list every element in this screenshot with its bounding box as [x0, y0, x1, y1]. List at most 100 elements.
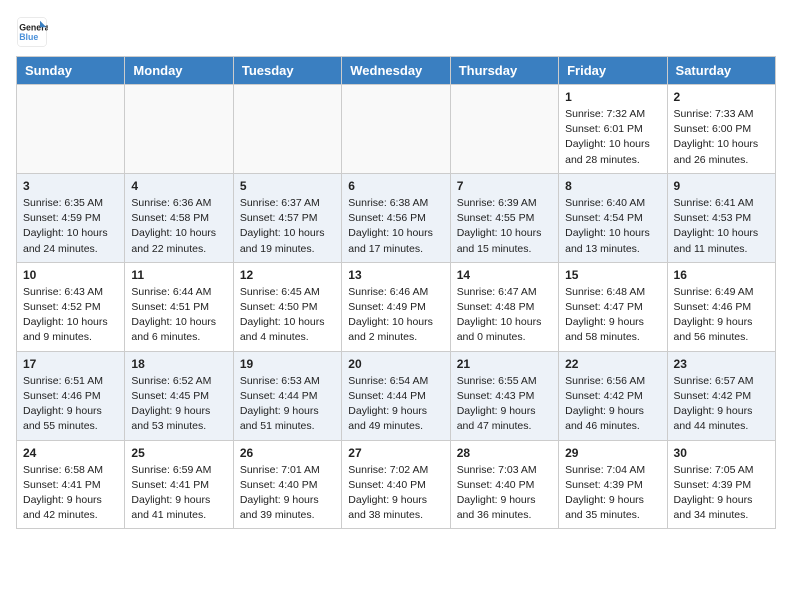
calendar-cell: 12 Sunrise: 6:45 AMSunset: 4:50 PMDayligh… [233, 262, 341, 351]
day-number: 1 [565, 90, 660, 104]
day-info: Sunrise: 6:38 AMSunset: 4:56 PMDaylight:… [348, 196, 443, 257]
calendar-cell [17, 85, 125, 174]
day-number: 17 [23, 357, 118, 371]
day-number: 28 [457, 446, 552, 460]
calendar-cell: 5 Sunrise: 6:37 AMSunset: 4:57 PMDaylight… [233, 173, 341, 262]
calendar-cell: 6 Sunrise: 6:38 AMSunset: 4:56 PMDaylight… [342, 173, 450, 262]
weekday-header-sunday: Sunday [17, 57, 125, 85]
calendar-cell: 3 Sunrise: 6:35 AMSunset: 4:59 PMDaylight… [17, 173, 125, 262]
calendar-cell: 13Sunrise: 6:46 AMSunset: 4:49 PMDayligh… [342, 262, 450, 351]
day-info: Sunrise: 6:47 AMSunset: 4:48 PMDaylight:… [457, 285, 552, 346]
calendar-cell: 23 Sunrise: 6:57 AMSunset: 4:42 PMDayligh… [667, 351, 775, 440]
day-number: 20 [348, 357, 443, 371]
calendar-week-3: 10 Sunrise: 6:43 AMSunset: 4:52 PMDayligh… [17, 262, 776, 351]
day-info: Sunrise: 6:48 AMSunset: 4:47 PMDaylight:… [565, 285, 660, 346]
calendar-cell: 26 Sunrise: 7:01 AMSunset: 4:40 PMDayligh… [233, 440, 341, 529]
day-number: 22 [565, 357, 660, 371]
day-info: Sunrise: 6:53 AMSunset: 4:44 PMDaylight:… [240, 374, 335, 435]
calendar-cell: 20Sunrise: 6:54 AMSunset: 4:44 PMDayligh… [342, 351, 450, 440]
calendar-table: SundayMondayTuesdayWednesdayThursdayFrid… [16, 56, 776, 529]
day-info: Sunrise: 6:56 AMSunset: 4:42 PMDaylight:… [565, 374, 660, 435]
day-number: 30 [674, 446, 769, 460]
calendar-cell: 30 Sunrise: 7:05 AMSunset: 4:39 PMDayligh… [667, 440, 775, 529]
day-info: Sunrise: 6:40 AMSunset: 4:54 PMDaylight:… [565, 196, 660, 257]
calendar-cell: 8 Sunrise: 6:40 AMSunset: 4:54 PMDaylight… [559, 173, 667, 262]
day-info: Sunrise: 7:05 AMSunset: 4:39 PMDaylight:… [674, 463, 769, 524]
day-info: Sunrise: 6:49 AMSunset: 4:46 PMDaylight:… [674, 285, 769, 346]
weekday-header-tuesday: Tuesday [233, 57, 341, 85]
calendar-cell: 19 Sunrise: 6:53 AMSunset: 4:44 PMDayligh… [233, 351, 341, 440]
day-info: Sunrise: 6:41 AMSunset: 4:53 PMDaylight:… [674, 196, 769, 257]
calendar-cell [233, 85, 341, 174]
calendar-cell: 10 Sunrise: 6:43 AMSunset: 4:52 PMDayligh… [17, 262, 125, 351]
day-info: Sunrise: 6:35 AMSunset: 4:59 PMDaylight:… [23, 196, 118, 257]
calendar-cell: 14 Sunrise: 6:47 AMSunset: 4:48 PMDayligh… [450, 262, 558, 351]
calendar-cell: 24Sunrise: 6:58 AMSunset: 4:41 PMDayligh… [17, 440, 125, 529]
day-info: Sunrise: 7:32 AMSunset: 6:01 PMDaylight:… [565, 107, 660, 168]
day-number: 7 [457, 179, 552, 193]
weekday-header-monday: Monday [125, 57, 233, 85]
calendar-cell: 2 Sunrise: 7:33 AMSunset: 6:00 PMDaylight… [667, 85, 775, 174]
day-info: Sunrise: 6:59 AMSunset: 4:41 PMDaylight:… [131, 463, 226, 524]
day-number: 11 [131, 268, 226, 282]
day-info: Sunrise: 6:51 AMSunset: 4:46 PMDaylight:… [23, 374, 118, 435]
day-number: 9 [674, 179, 769, 193]
day-info: Sunrise: 7:01 AMSunset: 4:40 PMDaylight:… [240, 463, 335, 524]
day-number: 2 [674, 90, 769, 104]
day-info: Sunrise: 7:02 AMSunset: 4:40 PMDaylight:… [348, 463, 443, 524]
calendar-cell: 15 Sunrise: 6:48 AMSunset: 4:47 PMDayligh… [559, 262, 667, 351]
svg-text:General: General [19, 22, 48, 32]
calendar-week-2: 3 Sunrise: 6:35 AMSunset: 4:59 PMDaylight… [17, 173, 776, 262]
day-number: 10 [23, 268, 118, 282]
day-info: Sunrise: 6:55 AMSunset: 4:43 PMDaylight:… [457, 374, 552, 435]
calendar-week-4: 17 Sunrise: 6:51 AMSunset: 4:46 PMDayligh… [17, 351, 776, 440]
calendar-cell: 25 Sunrise: 6:59 AMSunset: 4:41 PMDayligh… [125, 440, 233, 529]
day-info: Sunrise: 6:36 AMSunset: 4:58 PMDaylight:… [131, 196, 226, 257]
day-number: 5 [240, 179, 335, 193]
weekday-header-saturday: Saturday [667, 57, 775, 85]
calendar-cell: 17 Sunrise: 6:51 AMSunset: 4:46 PMDayligh… [17, 351, 125, 440]
day-number: 8 [565, 179, 660, 193]
calendar-cell: 21 Sunrise: 6:55 AMSunset: 4:43 PMDayligh… [450, 351, 558, 440]
day-number: 27 [348, 446, 443, 460]
day-number: 21 [457, 357, 552, 371]
svg-text:Blue: Blue [19, 32, 38, 42]
day-info: Sunrise: 6:57 AMSunset: 4:42 PMDaylight:… [674, 374, 769, 435]
calendar-week-1: 1 Sunrise: 7:32 AMSunset: 6:01 PMDaylight… [17, 85, 776, 174]
page-header: General Blue [16, 16, 776, 48]
day-number: 26 [240, 446, 335, 460]
day-number: 16 [674, 268, 769, 282]
day-number: 29 [565, 446, 660, 460]
calendar-week-5: 24Sunrise: 6:58 AMSunset: 4:41 PMDayligh… [17, 440, 776, 529]
day-number: 13 [348, 268, 443, 282]
day-number: 25 [131, 446, 226, 460]
calendar-cell: 27 Sunrise: 7:02 AMSunset: 4:40 PMDayligh… [342, 440, 450, 529]
calendar-cell: 22 Sunrise: 6:56 AMSunset: 4:42 PMDayligh… [559, 351, 667, 440]
day-info: Sunrise: 7:33 AMSunset: 6:00 PMDaylight:… [674, 107, 769, 168]
day-number: 15 [565, 268, 660, 282]
day-info: Sunrise: 6:37 AMSunset: 4:57 PMDaylight:… [240, 196, 335, 257]
day-number: 14 [457, 268, 552, 282]
weekday-header-wednesday: Wednesday [342, 57, 450, 85]
day-info: Sunrise: 7:04 AMSunset: 4:39 PMDaylight:… [565, 463, 660, 524]
calendar-cell: 1 Sunrise: 7:32 AMSunset: 6:01 PMDaylight… [559, 85, 667, 174]
day-number: 18 [131, 357, 226, 371]
calendar-cell: 4 Sunrise: 6:36 AMSunset: 4:58 PMDaylight… [125, 173, 233, 262]
logo: General Blue [16, 16, 48, 48]
day-info: Sunrise: 6:43 AMSunset: 4:52 PMDaylight:… [23, 285, 118, 346]
day-info: Sunrise: 6:52 AMSunset: 4:45 PMDaylight:… [131, 374, 226, 435]
day-number: 19 [240, 357, 335, 371]
day-number: 4 [131, 179, 226, 193]
weekday-header-thursday: Thursday [450, 57, 558, 85]
day-number: 12 [240, 268, 335, 282]
day-number: 3 [23, 179, 118, 193]
weekday-header-row: SundayMondayTuesdayWednesdayThursdayFrid… [17, 57, 776, 85]
day-info: Sunrise: 6:58 AMSunset: 4:41 PMDaylight:… [23, 463, 118, 524]
day-number: 23 [674, 357, 769, 371]
calendar-cell [342, 85, 450, 174]
calendar-cell: 11Sunrise: 6:44 AMSunset: 4:51 PMDayligh… [125, 262, 233, 351]
day-number: 6 [348, 179, 443, 193]
weekday-header-friday: Friday [559, 57, 667, 85]
calendar-cell: 18 Sunrise: 6:52 AMSunset: 4:45 PMDayligh… [125, 351, 233, 440]
day-info: Sunrise: 6:45 AMSunset: 4:50 PMDaylight:… [240, 285, 335, 346]
